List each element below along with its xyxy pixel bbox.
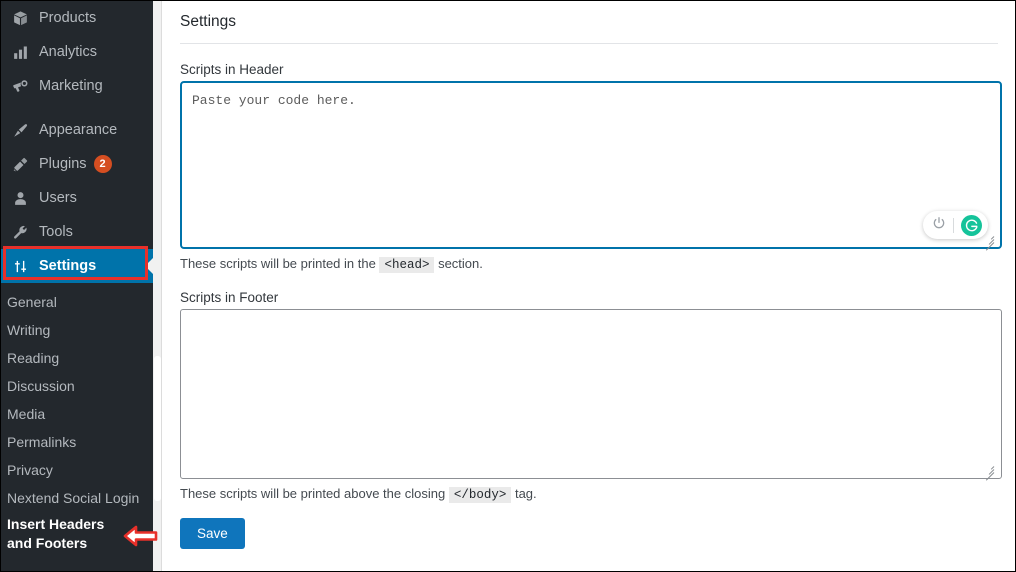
sidebar-item-label: Users: [39, 190, 77, 206]
sidebar-item-products[interactable]: Products: [1, 1, 153, 35]
title-divider: [180, 43, 998, 44]
user-icon: [9, 188, 31, 208]
bar-chart-icon: [9, 42, 31, 62]
submenu-item-privacy[interactable]: Privacy: [1, 456, 153, 484]
submenu-item-permalinks[interactable]: Permalinks: [1, 428, 153, 456]
wrench-icon: [9, 222, 31, 242]
sidebar-item-label: Products: [39, 10, 97, 26]
admin-sidebar: Products Analytics Marketing Appearance …: [1, 1, 153, 571]
admin-menu: Products Analytics Marketing Appearance …: [1, 1, 153, 283]
grammarly-divider: [953, 217, 954, 233]
grammarly-g-icon[interactable]: [961, 214, 982, 236]
scripts-in-header-wrapper: [180, 81, 1002, 251]
scripts-in-footer-label: Scripts in Footer: [180, 290, 279, 305]
sidebar-item-tools[interactable]: Tools: [1, 215, 153, 249]
sliders-icon: [9, 256, 31, 276]
plug-icon: [9, 154, 31, 174]
sidebar-item-analytics[interactable]: Analytics: [1, 35, 153, 69]
megaphone-icon: [9, 76, 31, 96]
plugin-update-badge: 2: [93, 155, 112, 173]
body-tag-code: </body>: [448, 487, 512, 503]
scripts-in-footer-wrapper: [180, 309, 1002, 481]
sidebar-item-label: Settings: [39, 258, 97, 274]
sidebar-item-users[interactable]: Users: [1, 181, 153, 215]
scripts-in-header-block: Scripts in Header Paste your code here. …: [163, 62, 1015, 273]
help-text-after: section.: [438, 256, 483, 271]
sidebar-item-appearance[interactable]: Appearance: [1, 113, 153, 147]
submenu-item-writing[interactable]: Writing: [1, 316, 153, 344]
submenu-item-insert-headers-and-footers[interactable]: Insert Headers and Footers: [1, 512, 116, 553]
sidebar-item-label: Marketing: [39, 78, 103, 94]
submenu-item-discussion[interactable]: Discussion: [1, 372, 153, 400]
scripts-in-footer-input[interactable]: [180, 309, 1002, 479]
grammarly-widget[interactable]: [923, 211, 988, 239]
scripts-in-header-label: Scripts in Header: [180, 62, 284, 77]
current-menu-pointer: [145, 257, 153, 275]
settings-page-content: Settings Scripts in Header Paste your co…: [163, 1, 1015, 571]
help-text-before: These scripts will be printed in the: [180, 256, 376, 271]
power-icon[interactable]: [932, 216, 946, 235]
sidebar-item-label: Plugins: [39, 156, 87, 172]
box-icon: [9, 8, 31, 28]
scripts-in-footer-help: These scripts will be printed above the …: [180, 486, 998, 503]
help-text-after: tag.: [514, 486, 537, 501]
browser-window: Products Analytics Marketing Appearance …: [0, 0, 1016, 572]
brush-icon: [9, 120, 31, 140]
sidebar-item-marketing[interactable]: Marketing: [1, 69, 153, 103]
page-title: Settings: [180, 13, 237, 30]
submenu-item-nextend-social-login[interactable]: Nextend Social Login: [1, 484, 153, 512]
sidebar-item-label: Appearance: [39, 122, 118, 138]
sidebar-item-label: Analytics: [39, 44, 98, 60]
sidebar-item-plugins[interactable]: Plugins 2: [1, 147, 153, 181]
sidebar-item-label: Tools: [39, 224, 73, 240]
settings-submenu: General Writing Reading Discussion Media Perm…: [1, 283, 153, 553]
save-button[interactable]: Save: [180, 518, 245, 549]
scripts-in-footer-block: Scripts in Footer These scripts will be …: [163, 290, 1015, 549]
submenu-item-reading[interactable]: Reading: [1, 344, 153, 372]
submenu-item-media[interactable]: Media: [1, 400, 153, 428]
scripts-in-header-input[interactable]: [180, 81, 1002, 249]
sidebar-scrollbar-thumb[interactable]: [154, 356, 161, 501]
head-tag-code: <head>: [379, 257, 435, 273]
help-text-before: These scripts will be printed above the …: [180, 486, 446, 501]
menu-separator: [1, 103, 153, 113]
sidebar-item-settings[interactable]: Settings: [1, 249, 153, 283]
submenu-item-general[interactable]: General: [1, 288, 153, 316]
scripts-in-header-help: These scripts will be printed in the <he…: [180, 256, 998, 273]
